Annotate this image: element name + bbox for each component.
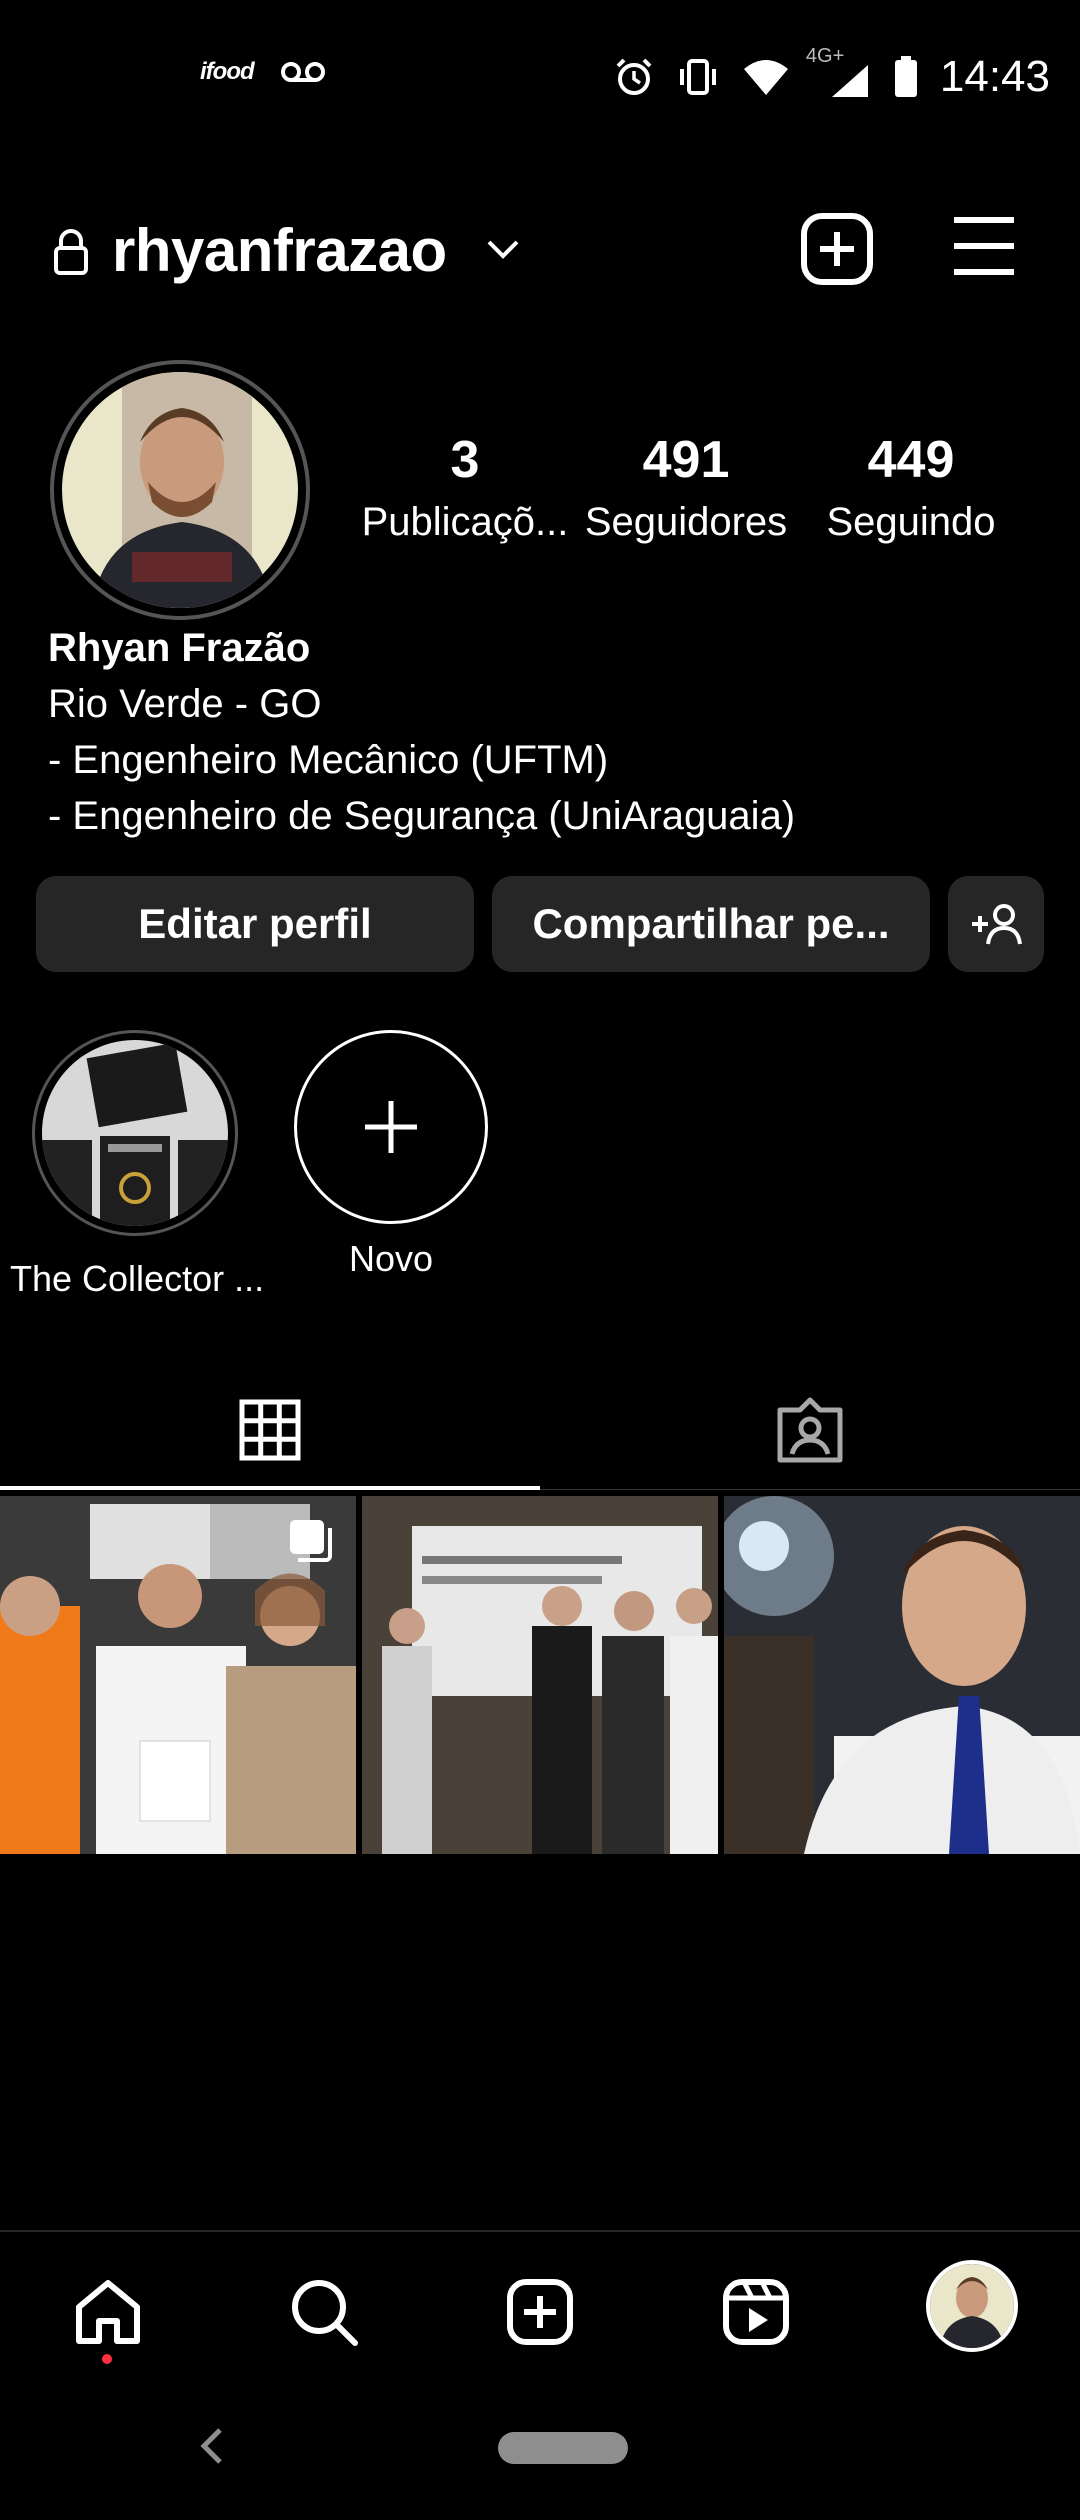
ifood-notification-icon: ifood [200, 58, 255, 85]
followers-count: 491 [642, 431, 730, 489]
new-highlight-label: Novo [348, 1238, 434, 1279]
multiple-photos-icon [290, 1520, 332, 1562]
avatar-photo [62, 372, 298, 608]
posts-stat[interactable]: 3 Publicaçõ... [360, 430, 570, 545]
username-switcher[interactable]: rhyanfrazao [112, 216, 447, 285]
following-count: 449 [867, 431, 955, 489]
highlight-label: The Collector ... [10, 1258, 265, 1299]
status-right: 4G+ 14:43 [614, 45, 1050, 102]
profile-avatar[interactable] [50, 360, 310, 620]
posts-label: Publicaçõ... [361, 500, 569, 544]
status-time: 14:43 [939, 52, 1050, 101]
following-label: Seguindo [826, 500, 996, 544]
battery-icon [894, 56, 917, 97]
nav-profile-avatar[interactable] [926, 2260, 1018, 2352]
new-highlight[interactable]: Novo [286, 1030, 496, 1280]
menu-icon[interactable] [950, 214, 1018, 278]
status-left: ifood [200, 58, 326, 86]
nav-search[interactable] [284, 2272, 364, 2352]
new-highlight-circle [294, 1030, 488, 1224]
create-icon [507, 2279, 573, 2345]
search-icon [292, 2280, 358, 2346]
followers-label: Seguidores [584, 500, 788, 544]
alarm-icon [616, 58, 652, 95]
lock-icon [54, 229, 88, 275]
voicemail-icon [280, 62, 325, 82]
add-person-icon [972, 904, 1022, 945]
status-bar: ifood 4G+ 14:43 [0, 0, 1080, 170]
wifi-icon [743, 60, 788, 95]
grid-icon [239, 1399, 301, 1461]
highlight-cover-ring [32, 1030, 238, 1236]
highlight-collector[interactable]: The Collector ... [10, 1030, 265, 1300]
profile-header: rhyanfrazao [0, 200, 1080, 300]
signal-indicator: 4G+ [806, 45, 872, 99]
profile-stats: 3 Publicaçõ... 491 Seguidores 449 Seguin… [360, 430, 1020, 545]
edit-profile-button[interactable]: Editar perfil [36, 876, 474, 972]
posts-grid [0, 1496, 1080, 1854]
vibrate-icon [679, 59, 716, 95]
reels-icon [723, 2279, 789, 2345]
followers-stat[interactable]: 491 Seguidores [570, 430, 802, 545]
nav-reels[interactable] [716, 2272, 796, 2352]
post-thumbnail[interactable] [0, 1496, 356, 1854]
system-back-icon[interactable] [196, 2424, 226, 2468]
tab-grid[interactable] [0, 1370, 540, 1490]
chevron-down-icon[interactable] [486, 238, 520, 260]
post-thumbnail[interactable] [724, 1496, 1080, 1854]
active-tab-indicator [0, 1486, 540, 1490]
signal-icon [831, 65, 868, 97]
tab-tagged[interactable] [540, 1370, 1080, 1490]
display-name: Rhyan Frazão [48, 626, 311, 670]
following-stat[interactable]: 449 Seguindo [802, 430, 1020, 545]
nav-create[interactable] [500, 2272, 580, 2352]
home-notification-dot [102, 2354, 112, 2364]
home-icon [76, 2280, 140, 2344]
highlight-cover-photo [42, 1040, 228, 1226]
discover-people-button[interactable] [948, 876, 1044, 972]
profile-bio: Rhyan Frazão Rio Verde - GO - Engenheiro… [48, 620, 1048, 844]
profile-tabs [0, 1370, 1080, 1490]
bio-line-degree: - Engenheiro Mecânico (UFTM) [48, 738, 609, 782]
post-thumbnail[interactable] [362, 1496, 718, 1854]
tagged-icon [777, 1397, 843, 1463]
new-post-icon[interactable] [800, 212, 874, 286]
bio-line-specialization: - Engenheiro de Segurança (UniAraguaia) [48, 794, 796, 838]
plus-icon [365, 1101, 417, 1153]
bio-line-location: Rio Verde - GO [48, 682, 322, 726]
system-home-pill[interactable] [498, 2432, 628, 2464]
nav-home[interactable] [68, 2272, 148, 2352]
posts-count: 3 [450, 431, 480, 489]
share-profile-button[interactable]: Compartilhar pe... [492, 876, 930, 972]
bottom-nav [0, 2230, 1080, 2380]
